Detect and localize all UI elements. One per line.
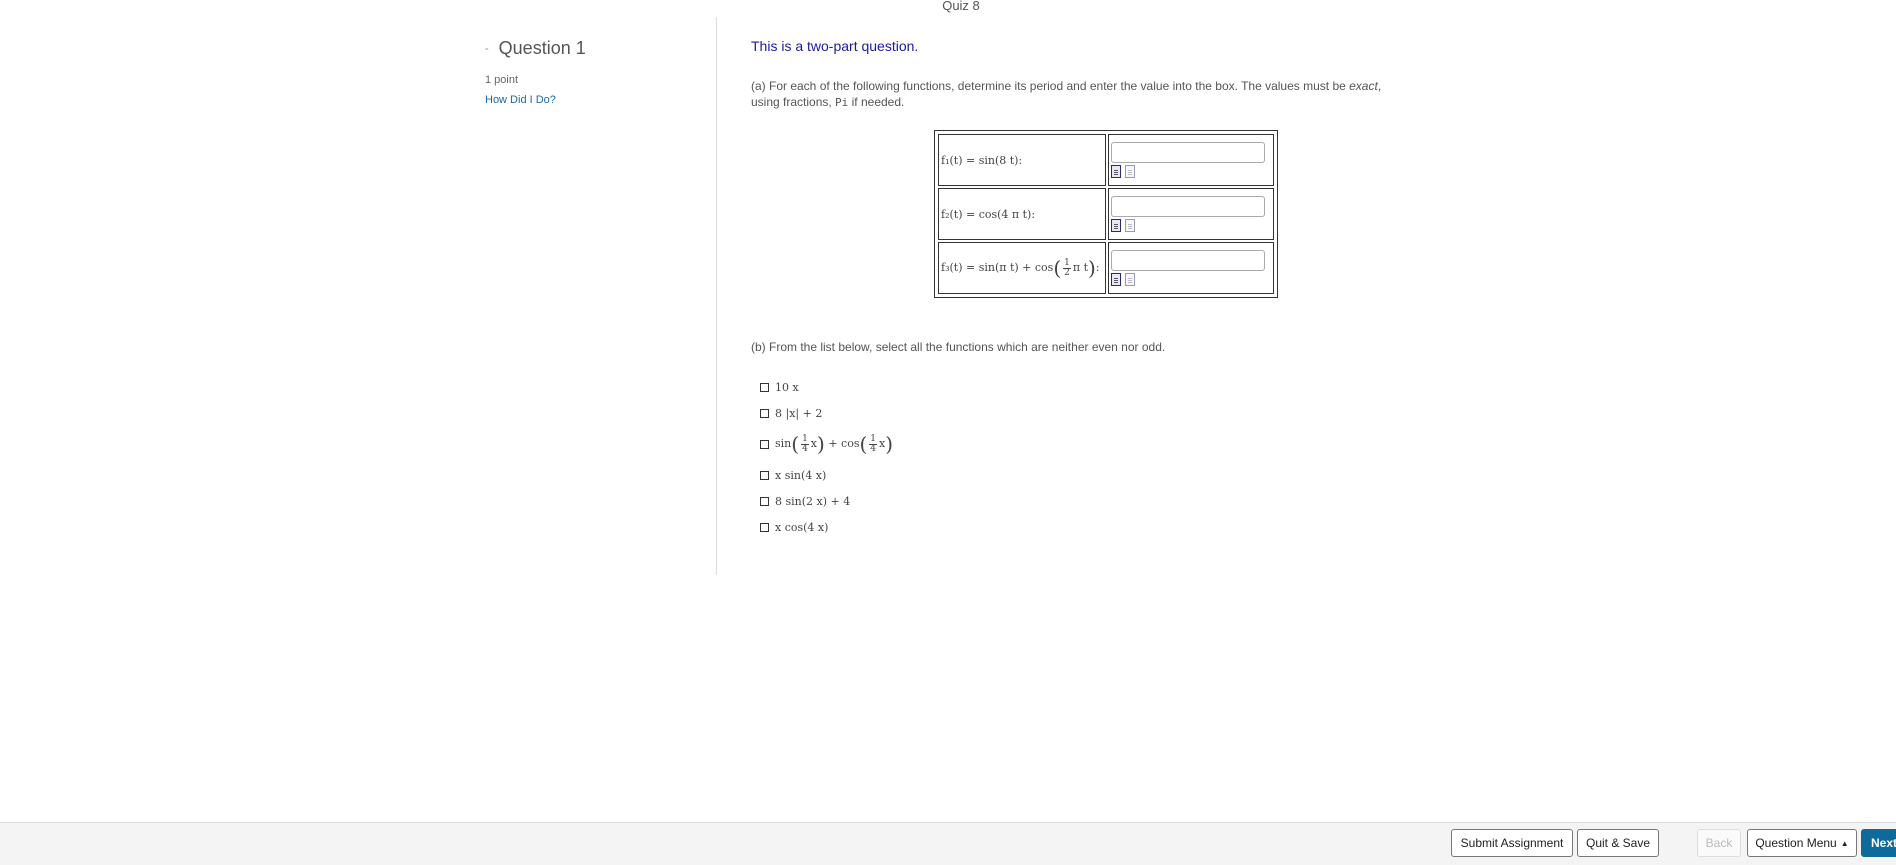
question-body: This is a two-part question. (a) For eac… xyxy=(751,38,1411,111)
part-b-instructions: (b) From the list below, select all the … xyxy=(751,340,1166,354)
period-input-f3[interactable] xyxy=(1111,250,1265,271)
answer-table: f₁(t) = sin(8 t): f₂(t) = cos(4 π t): f₃… xyxy=(934,130,1278,298)
list-item[interactable]: 8 sin(2 x) + 4 xyxy=(760,488,893,514)
choice-checkbox[interactable] xyxy=(760,522,769,532)
period-input-f2[interactable] xyxy=(1111,196,1265,217)
equation-editor-icon[interactable] xyxy=(1111,219,1121,232)
table-row: f₁(t) = sin(8 t): xyxy=(938,134,1274,186)
collapse-icon[interactable]: - xyxy=(485,43,489,55)
choice-checkbox[interactable] xyxy=(760,439,769,449)
function-text: f₃(t) = sin(π t) + cos xyxy=(941,261,1054,274)
submit-assignment-button[interactable]: Submit Assignment xyxy=(1451,829,1573,857)
question-sidebar: - Question 1 1 point How Did I Do? xyxy=(485,38,715,108)
panel-divider xyxy=(716,17,717,575)
choice-checkbox[interactable] xyxy=(760,408,769,418)
question-intro: This is a two-part question. xyxy=(751,38,919,54)
preview-icon[interactable] xyxy=(1125,273,1135,286)
question-points: 1 point xyxy=(485,74,519,86)
choice-label: 8 |x| + 2 xyxy=(775,406,823,420)
question-title: Question 1 xyxy=(498,38,586,58)
choice-checkbox[interactable] xyxy=(760,382,769,392)
function-label: f₃(t) = sin(π t) + cos(1 2 π t): xyxy=(938,242,1106,294)
part-a-text: if needed. xyxy=(848,95,905,109)
part-a-text: (a) For each of the following functions,… xyxy=(751,79,1350,93)
part-a-instructions: (a) For each of the following functions,… xyxy=(751,78,1411,111)
preview-icon[interactable] xyxy=(1125,165,1135,178)
question-menu-label: Question Menu xyxy=(1755,836,1837,850)
equation-editor-icon[interactable] xyxy=(1111,165,1121,178)
period-input-f1[interactable] xyxy=(1111,142,1265,163)
choice-label: 8 sin(2 x) + 4 xyxy=(775,494,851,508)
function-label: f₂(t) = cos(4 π t): xyxy=(938,188,1106,240)
choice-label: x cos(4 x) xyxy=(775,520,829,534)
table-row: f₂(t) = cos(4 π t): xyxy=(938,188,1274,240)
question-menu-button[interactable]: Question Menu ▲ xyxy=(1747,829,1857,857)
fraction: 12 xyxy=(1063,257,1071,278)
question-heading[interactable]: - Question 1 xyxy=(485,38,715,59)
how-did-i-do-link[interactable]: How Did I Do? xyxy=(485,94,556,106)
list-item[interactable]: x cos(4 x) xyxy=(760,514,893,540)
choice-label: sin(1 4 x) + cos(1 4 x) xyxy=(775,432,894,456)
next-button[interactable]: Next xyxy=(1861,829,1896,857)
quit-and-save-button[interactable]: Quit & Save xyxy=(1577,829,1659,857)
preview-icon[interactable] xyxy=(1125,219,1135,232)
part-a-emphasis: exact xyxy=(1349,79,1378,93)
equation-editor-icon[interactable] xyxy=(1111,273,1121,286)
back-button[interactable]: Back xyxy=(1697,829,1741,857)
function-text: π t xyxy=(1072,261,1089,274)
function-label: f₁(t) = sin(8 t): xyxy=(938,134,1106,186)
table-row: f₃(t) = sin(π t) + cos(1 2 π t): xyxy=(938,242,1274,294)
choice-checkbox[interactable] xyxy=(760,496,769,506)
list-item[interactable]: sin(1 4 x) + cos(1 4 x) xyxy=(760,426,893,462)
choice-checkbox[interactable] xyxy=(760,470,769,480)
list-item[interactable]: x sin(4 x) xyxy=(760,462,893,488)
choice-label: 10 x xyxy=(775,380,799,394)
caret-up-icon: ▲ xyxy=(1840,838,1849,848)
pi-code: Pi xyxy=(835,96,849,109)
list-item[interactable]: 10 x xyxy=(760,374,893,400)
footer-toolbar: Submit Assignment Quit & Save Back Quest… xyxy=(0,822,1896,865)
choice-label: x sin(4 x) xyxy=(775,468,827,482)
choice-list: 10 x 8 |x| + 2 sin(1 4 x) + cos(1 4 x) x sin… xyxy=(760,374,893,540)
list-item[interactable]: 8 |x| + 2 xyxy=(760,400,893,426)
page-title: Quiz 8 xyxy=(942,0,980,13)
